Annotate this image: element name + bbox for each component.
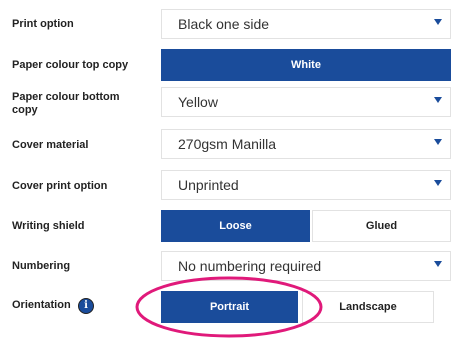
- paper-top-value: White: [291, 59, 321, 71]
- writing-shield-label: Writing shield: [12, 220, 85, 232]
- numbering-label: Numbering: [12, 260, 71, 272]
- print-option-select[interactable]: Black one side: [161, 9, 451, 39]
- numbering-select[interactable]: No numbering required: [161, 251, 451, 281]
- print-option-value: Black one side: [178, 16, 270, 32]
- paper-bottom-label: Paper colour bottom copy: [12, 91, 120, 116]
- paper-top-label: Paper colour top copy: [12, 59, 129, 71]
- cover-material-value: 270gsm Manilla: [178, 136, 277, 152]
- writing-shield-loose-button[interactable]: Loose: [161, 210, 310, 242]
- chevron-down-icon: [434, 180, 442, 186]
- numbering-value: No numbering required: [178, 258, 322, 274]
- orientation-portrait-label: Portrait: [209, 301, 250, 313]
- writing-shield-glued-button[interactable]: Glued: [312, 210, 451, 242]
- chevron-down-icon: [434, 97, 442, 103]
- chevron-down-icon: [434, 19, 442, 25]
- orientation-landscape-button[interactable]: Landscape: [302, 291, 434, 323]
- writing-shield-glued-label: Glued: [365, 220, 398, 232]
- cover-print-value: Unprinted: [178, 177, 239, 193]
- info-icon[interactable]: i: [78, 298, 94, 314]
- paper-top-white-button[interactable]: White: [161, 49, 451, 81]
- cover-print-label: Cover print option: [12, 180, 108, 192]
- paper-bottom-select[interactable]: Yellow: [161, 87, 451, 117]
- print-option-label: Print option: [12, 18, 74, 30]
- writing-shield-loose-label: Loose: [219, 220, 252, 232]
- paper-bottom-value: Yellow: [178, 94, 218, 110]
- cover-print-select[interactable]: Unprinted: [161, 170, 451, 200]
- chevron-down-icon: [434, 139, 442, 145]
- cover-material-select[interactable]: 270gsm Manilla: [161, 129, 451, 159]
- cover-material-label: Cover material: [12, 139, 89, 151]
- chevron-down-icon: [434, 261, 442, 267]
- orientation-portrait-button[interactable]: Portrait: [161, 291, 298, 323]
- orientation-label: Orientation: [12, 299, 71, 311]
- orientation-landscape-label: Landscape: [339, 301, 397, 313]
